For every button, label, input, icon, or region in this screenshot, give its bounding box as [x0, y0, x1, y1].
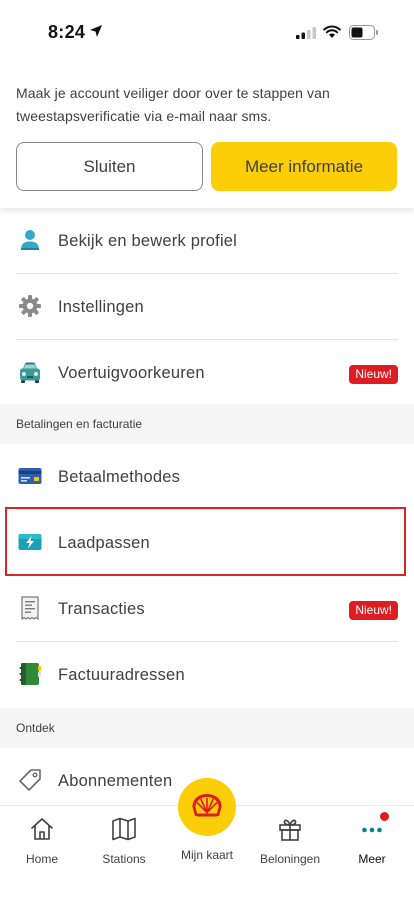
- tab-label-my-card: Mijn kaart: [180, 848, 233, 862]
- wifi-icon: [323, 25, 341, 38]
- status-bar: 8:24: [0, 0, 414, 60]
- menu-item-vehicle[interactable]: Voertuigvoorkeuren Nieuw!: [0, 340, 414, 406]
- menu-label-vehicle: Voertuigvoorkeuren: [58, 363, 205, 382]
- shell-logo-icon: [192, 794, 222, 817]
- charge-card-icon: [18, 534, 42, 550]
- my-card-button[interactable]: [178, 778, 236, 836]
- menu-item-payment-methods[interactable]: Betaalmethodes: [0, 444, 414, 510]
- gift-icon: [279, 819, 301, 841]
- menu-label-transactions: Transacties: [58, 599, 145, 618]
- new-badge: Nieuw!: [349, 365, 398, 384]
- notification-dot: [380, 812, 389, 821]
- section-header-payments: Betalingen en facturatie: [0, 404, 414, 444]
- menu-item-profile[interactable]: Bekijk en bewerk profiel: [0, 208, 414, 274]
- gear-icon: [19, 295, 41, 317]
- address-book-icon: [19, 663, 41, 685]
- credit-card-icon: [18, 468, 42, 484]
- map-icon: [112, 817, 136, 841]
- close-button[interactable]: Sluiten: [16, 142, 203, 191]
- signal-icon: [296, 27, 316, 39]
- location-arrow-icon: [90, 25, 102, 37]
- car-icon: [20, 362, 40, 383]
- menu-label-charge-cards: Laadpassen: [58, 533, 150, 552]
- person-icon: [21, 230, 39, 250]
- menu-item-charge-cards[interactable]: Laadpassen: [0, 510, 414, 576]
- home-icon: [31, 818, 53, 840]
- banner-text: Maak je account veiliger door over te st…: [16, 85, 330, 124]
- tab-more[interactable]: Meer: [331, 816, 413, 866]
- menu-label-payment-methods: Betaalmethodes: [58, 467, 181, 486]
- tab-label-stations: Stations: [102, 852, 146, 866]
- tab-stations[interactable]: Stations: [83, 816, 165, 866]
- menu-item-transactions[interactable]: Transacties Nieuw!: [0, 576, 414, 642]
- tab-rewards[interactable]: Beloningen: [249, 816, 331, 866]
- status-time: 8:24: [48, 22, 86, 42]
- menu-label-settings: Instellingen: [58, 297, 144, 316]
- tab-label-more: Meer: [358, 852, 386, 866]
- receipt-icon: [21, 596, 39, 620]
- more-info-button[interactable]: Meer informatie: [211, 142, 397, 191]
- menu-label-invoice-addresses: Factuuradressen: [58, 665, 185, 684]
- tab-label-home: Home: [25, 852, 58, 866]
- menu-item-invoice-addresses[interactable]: Factuuradressen: [0, 642, 414, 708]
- menu-item-settings[interactable]: Instellingen: [0, 274, 414, 340]
- section-header-discover: Ontdek: [0, 708, 414, 748]
- tag-icon: [19, 769, 41, 791]
- tab-home[interactable]: Home: [1, 816, 83, 866]
- tab-label-rewards: Beloningen: [259, 852, 321, 866]
- battery-icon: [349, 25, 378, 40]
- new-badge: Nieuw!: [349, 601, 398, 620]
- menu-label-profile: Bekijk en bewerk profiel: [58, 231, 238, 250]
